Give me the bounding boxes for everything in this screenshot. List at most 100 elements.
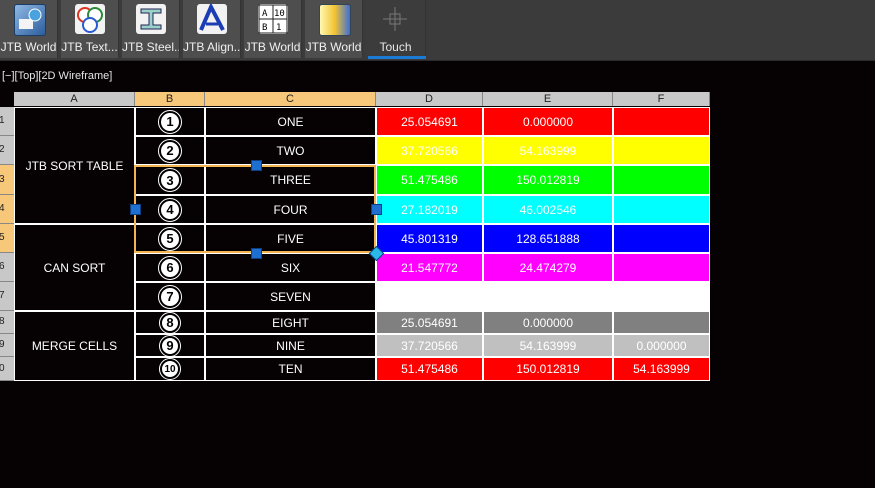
table-cell-e[interactable] — [483, 282, 613, 311]
table-cell-f[interactable] — [613, 107, 710, 136]
table-cell-number[interactable]: 2 — [135, 136, 205, 165]
jtb-table-button[interactable]: A 10 B 1 JTB World — [244, 0, 302, 58]
selection-grip-bottom[interactable] — [251, 248, 262, 259]
jtb-world-icon — [14, 4, 46, 36]
selection-grip-right[interactable] — [371, 204, 382, 215]
touch-active-indicator — [368, 56, 426, 59]
circled-number-icon: 7 — [158, 284, 182, 309]
row-header[interactable]: 7 — [0, 282, 14, 311]
table-cell-name[interactable]: EIGHT — [205, 311, 376, 334]
row-header[interactable]: 2 — [0, 136, 14, 165]
row-header-label: 3 — [0, 173, 5, 185]
column-header-a[interactable]: A — [14, 92, 135, 106]
circled-number-icon: 3 — [158, 168, 182, 192]
row-header[interactable]: 1 — [0, 107, 14, 136]
jtb-steel-icon — [136, 4, 166, 34]
table-cell-f[interactable] — [613, 195, 710, 224]
table-cell-name[interactable]: THREE — [205, 165, 376, 195]
table-cell-d[interactable]: 21.547772 — [376, 253, 483, 282]
table-cell-e[interactable]: 128.651888 — [483, 224, 613, 253]
table-cell-f[interactable] — [613, 165, 710, 195]
table-cell-e[interactable]: 0.000000 — [483, 107, 613, 136]
row-header-label: 2 — [0, 144, 5, 155]
table-cell-f[interactable]: 54.163999 — [613, 357, 710, 381]
table-cell-e[interactable]: 54.163999 — [483, 334, 613, 357]
row-header[interactable]: 4 — [0, 195, 14, 224]
table-cell-number[interactable]: 9 — [135, 334, 205, 357]
table-cell-e[interactable]: 54.163999 — [483, 136, 613, 165]
table-cell-number[interactable]: 8 — [135, 311, 205, 334]
column-header-b[interactable]: B — [135, 92, 205, 106]
table-cell-number[interactable]: 5 — [135, 224, 205, 253]
table-cell-number[interactable]: 7 — [135, 282, 205, 311]
merged-cell-jtb-sort-table[interactable]: JTB SORT TABLE — [14, 107, 135, 224]
jtb-table-label: JTB World — [244, 40, 301, 54]
row-header[interactable]: 9 — [0, 334, 14, 357]
jtb-world-button[interactable]: JTB World — [0, 0, 58, 58]
jtb-text-icon — [75, 4, 105, 34]
merged-cell-can-sort[interactable]: CAN SORT — [14, 224, 135, 311]
table-cell-d[interactable]: 37.720566 — [376, 136, 483, 165]
column-header-d[interactable]: D — [376, 92, 483, 106]
table-cell-d[interactable]: 27.182019 — [376, 195, 483, 224]
viewport-label[interactable]: [−][Top][2D Wireframe] — [2, 70, 112, 82]
table-cell-name[interactable]: TEN — [205, 357, 376, 381]
table-cell-d[interactable]: 25.054691 — [376, 107, 483, 136]
table-cell-name[interactable]: ONE — [205, 107, 376, 136]
jtb-world-color-button[interactable]: JTB World — [305, 0, 363, 58]
table-cell-name[interactable]: NINE — [205, 334, 376, 357]
table-cell-number[interactable]: 6 — [135, 253, 205, 282]
table-cell-number[interactable]: 10 — [135, 357, 205, 381]
circled-number-icon: 10 — [159, 358, 181, 380]
table-cell-e[interactable]: 150.012819 — [483, 357, 613, 381]
jtb-steel-button[interactable]: JTB Steel... — [122, 0, 180, 58]
jtb-text-label: JTB Text... — [61, 40, 118, 54]
table-cell-f[interactable] — [613, 282, 710, 311]
row-header-label: 1 — [0, 115, 5, 126]
row-header[interactable]: 0 — [0, 357, 14, 381]
table-cell-e[interactable]: 24.474279 — [483, 253, 613, 282]
touch-button[interactable]: Touch — [366, 0, 426, 58]
selection-grip-top[interactable] — [251, 160, 262, 171]
table-cell-name[interactable]: TWO — [205, 136, 376, 165]
column-header-e[interactable]: E — [483, 92, 613, 106]
table-cell-e[interactable]: 46.002546 — [483, 195, 613, 224]
table-cell-number[interactable]: 1 — [135, 107, 205, 136]
table-cell-d[interactable]: 51.475486 — [376, 357, 483, 381]
table-cell-d[interactable]: 25.054691 — [376, 311, 483, 334]
table-cell-name[interactable]: FOUR — [205, 195, 376, 224]
table-cell-f[interactable] — [613, 224, 710, 253]
row-header[interactable]: 3 — [0, 165, 14, 195]
table-cell-f[interactable] — [613, 311, 710, 334]
column-header-f[interactable]: F — [613, 92, 710, 106]
table-cell-number[interactable]: 3 — [135, 165, 205, 195]
table-cell-number[interactable]: 4 — [135, 195, 205, 224]
touch-crosshair-icon — [380, 4, 410, 34]
row-header[interactable]: 6 — [0, 253, 14, 282]
row-header-label: 4 — [0, 203, 5, 214]
table-cell-f[interactable] — [613, 136, 710, 165]
column-header-c[interactable]: C — [205, 92, 376, 106]
table-cell-d[interactable] — [376, 282, 483, 311]
row-header[interactable]: 8 — [0, 311, 14, 334]
jtb-text-button[interactable]: JTB Text... — [61, 0, 119, 58]
selection-grip-left[interactable] — [130, 204, 141, 215]
table-cell-name[interactable]: SEVEN — [205, 282, 376, 311]
table-cell-name[interactable]: FIVE — [205, 224, 376, 253]
table-cell-d[interactable]: 51.475486 — [376, 165, 483, 195]
jtb-steel-label: JTB Steel... — [122, 40, 179, 54]
circled-number-icon: 5 — [158, 226, 182, 251]
table-cell-f[interactable]: 0.000000 — [613, 334, 710, 357]
row-header[interactable]: 5 — [0, 224, 14, 253]
table-cell-f[interactable] — [613, 253, 710, 282]
jtb-align-button[interactable]: JTB Align... — [183, 0, 241, 58]
table-cell-e[interactable]: 0.000000 — [483, 311, 613, 334]
merged-cell-merge-cells[interactable]: MERGE CELLS — [14, 311, 135, 381]
table-cell-d[interactable]: 37.720566 — [376, 334, 483, 357]
table-cell-d[interactable]: 45.801319 — [376, 224, 483, 253]
table-cell-name[interactable]: SIX — [205, 253, 376, 282]
svg-text:A: A — [262, 9, 268, 19]
row-header-label: 9 — [0, 339, 5, 350]
circled-number-icon: 8 — [159, 311, 181, 334]
table-cell-e[interactable]: 150.012819 — [483, 165, 613, 195]
